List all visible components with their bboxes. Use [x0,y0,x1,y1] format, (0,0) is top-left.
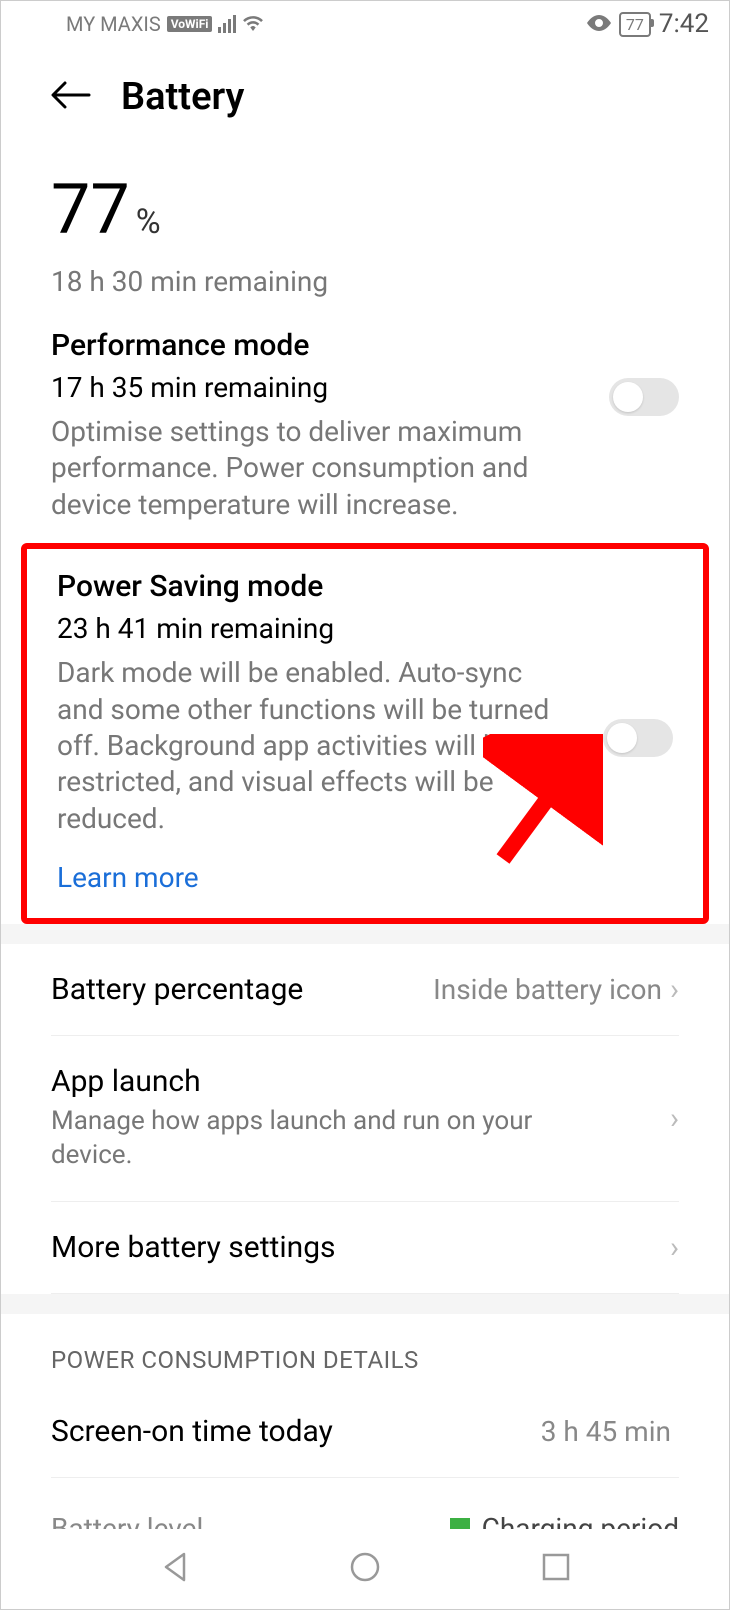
screen-on-time-row[interactable]: Screen-on time today 3 h 45 min [51,1386,679,1478]
page-header: Battery [1,45,729,139]
vowifi-badge: VoWiFi [167,16,213,32]
battery-percentage-value: Inside battery icon [433,973,662,1006]
battery-percentage-row[interactable]: Battery percentage Inside battery icon › [51,944,679,1036]
battery-value: 77 [51,169,130,251]
performance-mode-remaining: 17 h 35 min remaining [51,371,679,404]
battery-level-display: 77 % [51,169,679,251]
annotation-arrow-icon [483,734,603,864]
clock-label: 7:42 [659,9,709,39]
navigation-bar [1,1529,729,1609]
nav-back-icon[interactable] [158,1550,192,1588]
more-battery-settings-title: More battery settings [51,1230,670,1265]
app-launch-desc: Manage how apps launch and run on your d… [51,1105,571,1173]
battery-status-icon: 77 [619,12,651,37]
performance-mode-toggle[interactable] [609,378,679,416]
performance-mode-title: Performance mode [51,328,679,363]
chevron-right-icon: › [670,972,679,1007]
eye-icon [587,12,611,36]
screen-on-value: 3 h 45 min [541,1415,671,1448]
status-bar: MY MAXIS VoWiFi 77 7:42 [1,1,729,45]
section-divider [1,1294,729,1314]
battery-remaining: 18 h 30 min remaining [51,265,679,298]
power-saving-remaining: 23 h 41 min remaining [57,612,673,645]
back-icon[interactable] [51,80,91,114]
power-saving-toggle[interactable] [603,719,673,757]
chevron-right-icon: › [670,1101,679,1136]
app-launch-row[interactable]: App launch Manage how apps launch and ru… [51,1036,679,1202]
battery-percentage-title: Battery percentage [51,972,433,1007]
chevron-right-icon: › [670,1230,679,1265]
section-divider [1,924,729,944]
more-battery-settings-row[interactable]: More battery settings › [51,1202,679,1294]
nav-recents-icon[interactable] [539,1550,573,1588]
learn-more-link[interactable]: Learn more [57,861,199,894]
page-title: Battery [121,75,244,119]
battery-unit: % [136,202,161,242]
carrier-label: MY MAXIS [66,12,161,36]
screen-on-title: Screen-on time today [51,1414,541,1449]
wifi-icon [242,12,264,36]
nav-home-icon[interactable] [348,1550,382,1588]
performance-mode-desc: Optimise settings to deliver maximum per… [51,414,551,523]
signal-icon [218,15,236,33]
app-launch-title: App launch [51,1064,670,1099]
performance-mode-section: Performance mode 17 h 35 min remaining O… [51,298,679,523]
power-consumption-header: POWER CONSUMPTION DETAILS [51,1314,679,1386]
power-saving-desc: Dark mode will be enabled. Auto-sync and… [57,655,557,837]
power-saving-title: Power Saving mode [57,569,673,604]
power-saving-highlight: Power Saving mode 23 h 41 min remaining … [21,543,709,924]
